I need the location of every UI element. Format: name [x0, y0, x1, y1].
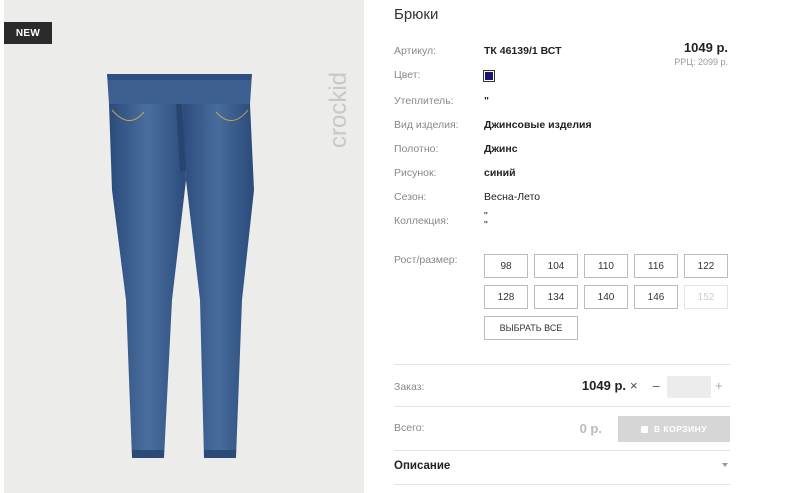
- description-toggle[interactable]: Описание: [394, 460, 450, 472]
- rrp-price: РРЦ: 2099 р.: [674, 57, 728, 67]
- size-option[interactable]: 110: [584, 254, 628, 278]
- total-value: 0 р.: [579, 421, 602, 436]
- select-all-button[interactable]: ВЫБРАТЬ ВСЕ: [484, 316, 578, 340]
- spec-value-pattern: синий: [484, 167, 516, 179]
- product-photo[interactable]: [4, 0, 364, 493]
- quantity-decrement-button[interactable]: −: [652, 378, 660, 394]
- spec-value-collection: " ": [484, 210, 488, 231]
- size-option[interactable]: 116: [634, 254, 678, 278]
- size-option-unavailable: 152: [684, 285, 728, 309]
- spec-label-type: Вид изделия:: [394, 119, 459, 131]
- size-option[interactable]: 140: [584, 285, 628, 309]
- total-label: Всего:: [394, 422, 425, 434]
- size-option[interactable]: 122: [684, 254, 728, 278]
- size-option[interactable]: 146: [634, 285, 678, 309]
- chevron-down-icon[interactable]: [722, 463, 728, 467]
- spec-label-article: Артикул:: [394, 45, 437, 57]
- order-label: Заказ:: [394, 381, 425, 393]
- spec-value-season: Весна-Лето: [484, 191, 541, 203]
- spec-value-insulation: ": [484, 95, 489, 107]
- size-option[interactable]: 104: [534, 254, 578, 278]
- add-to-cart-label: В КОРЗИНУ: [653, 424, 708, 434]
- jeans-image: [107, 74, 254, 458]
- size-option[interactable]: 98: [484, 254, 528, 278]
- quantity-input[interactable]: [667, 376, 711, 398]
- brand-logo: crockid: [314, 20, 362, 150]
- divider: [394, 406, 730, 407]
- sizes-label: Рост/размер:: [394, 254, 458, 266]
- spec-value-type: Джинсовые изделия: [484, 119, 592, 131]
- new-badge: NEW: [4, 22, 52, 44]
- spec-value-fabric: Джинс: [484, 143, 518, 155]
- spec-label-collection: Коллекция:: [394, 215, 449, 227]
- order-price: 1049 р.: [581, 378, 626, 393]
- spec-label-pattern: Рисунок:: [394, 167, 437, 179]
- color-swatch[interactable]: [483, 70, 495, 82]
- cart-icon: [640, 425, 648, 433]
- svg-text:crockid: crockid: [325, 72, 352, 148]
- size-option[interactable]: 134: [534, 285, 578, 309]
- quantity-increment-button[interactable]: +: [715, 378, 723, 393]
- times-sign: ×: [630, 378, 638, 393]
- product-price: 1049 р.: [683, 40, 728, 55]
- divider: [394, 484, 730, 485]
- add-to-cart-button[interactable]: В КОРЗИНУ: [618, 416, 730, 442]
- spec-label-fabric: Полотно:: [394, 143, 439, 155]
- spec-label-insulation: Утеплитель:: [394, 95, 454, 107]
- divider: [394, 450, 730, 451]
- size-option[interactable]: 128: [484, 285, 528, 309]
- spec-value-article: ТК 46139/1 ВСТ: [484, 45, 562, 57]
- spec-label-season: Сезон:: [394, 191, 427, 203]
- divider: [394, 364, 730, 365]
- product-title: Брюки: [394, 6, 439, 23]
- spec-label-color: Цвет:: [394, 69, 421, 81]
